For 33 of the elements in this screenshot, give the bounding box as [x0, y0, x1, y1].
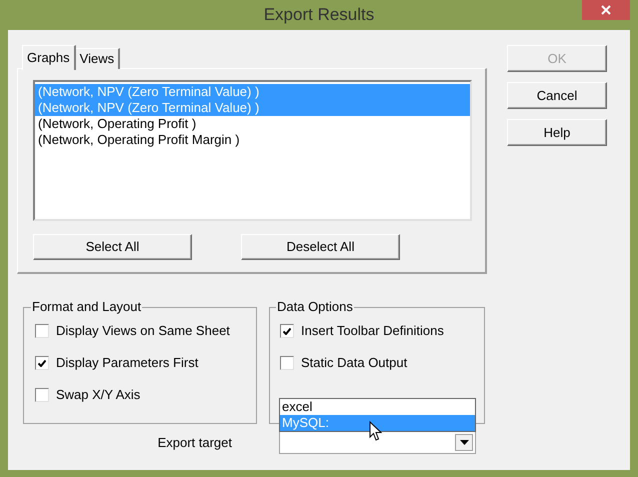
checkbox[interactable] — [35, 356, 49, 370]
checkbox[interactable] — [35, 324, 49, 338]
checkbox[interactable] — [280, 356, 294, 370]
close-button[interactable] — [582, 0, 630, 20]
checkbox-label: Display Views on Same Sheet — [56, 322, 230, 340]
export-target-combo[interactable] — [279, 431, 476, 454]
checkbox-label: Insert Toolbar Definitions — [301, 322, 444, 340]
deselect-all-button[interactable]: Deselect All — [241, 234, 400, 260]
group-title: Data Options — [276, 300, 354, 314]
checkbox-label: Static Data Output — [301, 354, 408, 372]
list-item[interactable]: (Network, Operating Profit ) — [35, 116, 470, 132]
caret-icon — [460, 440, 468, 445]
tab[interactable]: Graphs — [22, 45, 76, 70]
check-icon — [38, 360, 46, 366]
close-icon — [601, 5, 611, 15]
checkbox[interactable] — [280, 324, 294, 338]
dropdown-list[interactable]: excel MySQL: — [279, 398, 476, 432]
export-target-label: Export target — [156, 434, 232, 452]
cursor-icon — [369, 421, 382, 442]
dropdown-button[interactable] — [455, 434, 473, 451]
checkbox[interactable] — [35, 388, 49, 402]
checkbox-label: Display Parameters First — [56, 354, 198, 372]
check-icon — [283, 328, 291, 334]
window-title: Export Results — [264, 4, 374, 26]
select-all-button[interactable]: Select All — [33, 234, 192, 260]
dialog-button[interactable]: Help — [507, 119, 607, 146]
list-item[interactable]: (Network, Operating Profit Margin ) — [35, 132, 470, 148]
dialog-button[interactable]: Cancel — [507, 82, 607, 109]
tab[interactable]: Views — [76, 48, 120, 69]
list-box[interactable]: (Network, NPV (Zero Terminal Value) ) (Network, NPV (Zero Terminal Value) ) (Network, Operating Profit ) (Network, Operating Profit Margin ) — [33, 80, 472, 221]
dropdown-option[interactable]: excel — [280, 399, 475, 415]
group-title: Format and Layout — [31, 300, 142, 314]
checkbox-label: Swap X/Y Axis — [56, 386, 140, 404]
